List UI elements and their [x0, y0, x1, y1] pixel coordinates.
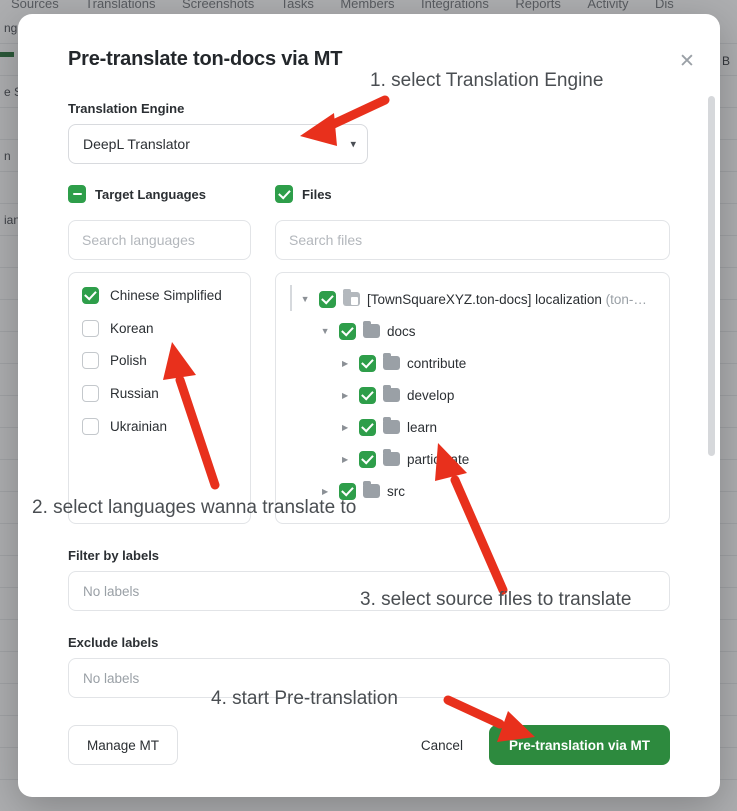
- file-tree: [TownSquareXYZ.ton-docs] localization (t…: [275, 272, 670, 524]
- tree-guide-line: [290, 285, 293, 311]
- exclude-labels-input[interactable]: [68, 658, 670, 698]
- page-title: Pre-translate ton-docs via MT: [68, 48, 343, 70]
- folder-icon: [383, 416, 401, 434]
- tree-node-checkbox[interactable]: [359, 386, 377, 404]
- modal-scrollbar[interactable]: [708, 96, 715, 756]
- files-label: Files: [302, 186, 332, 202]
- translation-engine-field: DeepL Translator ▾: [68, 124, 368, 164]
- table-row[interactable]: src: [276, 475, 669, 507]
- list-item[interactable]: Russian: [82, 384, 237, 404]
- table-row[interactable]: learn: [276, 411, 669, 443]
- folder-icon: [383, 352, 401, 370]
- tree-node-label: docs: [387, 323, 416, 339]
- tree-node-checkbox[interactable]: [359, 418, 377, 436]
- scrollbar-thumb[interactable]: [708, 96, 715, 456]
- modal-footer: Manage MT Cancel Pre-translation via MT: [68, 725, 670, 765]
- language-label: Ukrainian: [110, 418, 168, 434]
- translation-engine-select[interactable]: DeepL Translator: [68, 124, 368, 164]
- folder-icon: [363, 480, 381, 498]
- table-row[interactable]: contribute: [276, 347, 669, 379]
- language-checkbox[interactable]: [82, 352, 99, 370]
- tree-node-checkbox[interactable]: [359, 450, 377, 468]
- language-list: Chinese Simplified Korean Polish Russian: [68, 272, 252, 524]
- tree-node-label: develop: [407, 387, 455, 403]
- target-languages-label: Target Languages: [95, 186, 207, 202]
- language-checkbox[interactable]: [82, 384, 99, 402]
- chevron-down-icon[interactable]: [318, 326, 332, 336]
- table-row[interactable]: participate: [276, 443, 669, 475]
- translation-engine-label: Translation Engine: [68, 101, 185, 116]
- target-languages-column: Target Languages Chinese Simplified Kore…: [68, 184, 252, 524]
- chevron-right-icon[interactable]: [338, 359, 352, 368]
- folder-icon: [383, 384, 401, 402]
- manage-mt-button[interactable]: Manage MT: [68, 725, 179, 765]
- language-label: Chinese Simplified: [110, 288, 222, 303]
- list-item[interactable]: Chinese Simplified: [82, 287, 237, 306]
- tree-node-checkbox[interactable]: [339, 482, 357, 500]
- tree-node-checkbox[interactable]: [339, 322, 357, 340]
- tree-node-label: src: [387, 483, 406, 499]
- list-item[interactable]: Ukrainian: [82, 417, 237, 437]
- language-label: Russian: [110, 385, 159, 401]
- filter-labels-section: Filter by labels: [68, 548, 670, 611]
- tree-node-checkbox[interactable]: [319, 290, 337, 308]
- language-label: Polish: [110, 353, 147, 369]
- chevron-down-icon[interactable]: [298, 294, 312, 304]
- folder-icon: [383, 448, 401, 466]
- files-column: Files [TownSquareXYZ.ton-docs] localizat…: [275, 184, 670, 524]
- tree-node-label: learn: [407, 419, 438, 435]
- language-checkbox[interactable]: [82, 417, 99, 435]
- close-icon[interactable]: ✕: [674, 48, 700, 74]
- language-label: Korean: [110, 320, 154, 336]
- files-header[interactable]: Files: [275, 184, 670, 204]
- pre-translate-modal: Pre-translate ton-docs via MT Translatio…: [18, 14, 720, 797]
- table-row[interactable]: [TownSquareXYZ.ton-docs] localization (t…: [276, 283, 669, 315]
- footer-actions: Cancel Pre-translation via MT: [403, 725, 670, 765]
- modal-body: Pre-translate ton-docs via MT Translatio…: [18, 14, 720, 797]
- cancel-button[interactable]: Cancel: [403, 725, 481, 765]
- repo-folder-icon: [343, 288, 361, 306]
- target-languages-header[interactable]: Target Languages: [68, 184, 251, 204]
- files-checkbox[interactable]: [275, 185, 294, 203]
- language-checkbox[interactable]: [82, 319, 99, 337]
- target-languages-checkbox[interactable]: [68, 185, 86, 203]
- filter-by-labels-label: Filter by labels: [68, 548, 160, 563]
- filter-by-labels-input[interactable]: [68, 571, 670, 611]
- exclude-labels-label: Exclude labels: [68, 635, 159, 650]
- table-row[interactable]: develop: [276, 379, 669, 411]
- search-files-input[interactable]: [275, 220, 670, 260]
- folder-icon: [363, 320, 381, 338]
- selection-columns: Target Languages Chinese Simplified Kore…: [68, 184, 670, 524]
- exclude-labels-section: Exclude labels: [68, 635, 670, 698]
- tree-node-checkbox[interactable]: [359, 354, 377, 372]
- table-row[interactable]: docs: [276, 315, 669, 347]
- list-item[interactable]: Korean: [82, 319, 237, 339]
- tree-node-label: participate: [407, 451, 470, 467]
- chevron-right-icon[interactable]: [338, 423, 352, 432]
- chevron-right-icon[interactable]: [338, 455, 352, 464]
- chevron-right-icon[interactable]: [338, 391, 352, 400]
- chevron-right-icon[interactable]: [318, 487, 332, 496]
- tree-node-label: [TownSquareXYZ.ton-docs] localization (t…: [367, 291, 647, 307]
- list-item[interactable]: Polish: [82, 352, 237, 371]
- tree-node-label: contribute: [407, 355, 467, 371]
- pre-translation-via-mt-button[interactable]: Pre-translation via MT: [488, 725, 670, 765]
- language-checkbox[interactable]: [82, 287, 99, 304]
- search-languages-input[interactable]: [68, 220, 252, 260]
